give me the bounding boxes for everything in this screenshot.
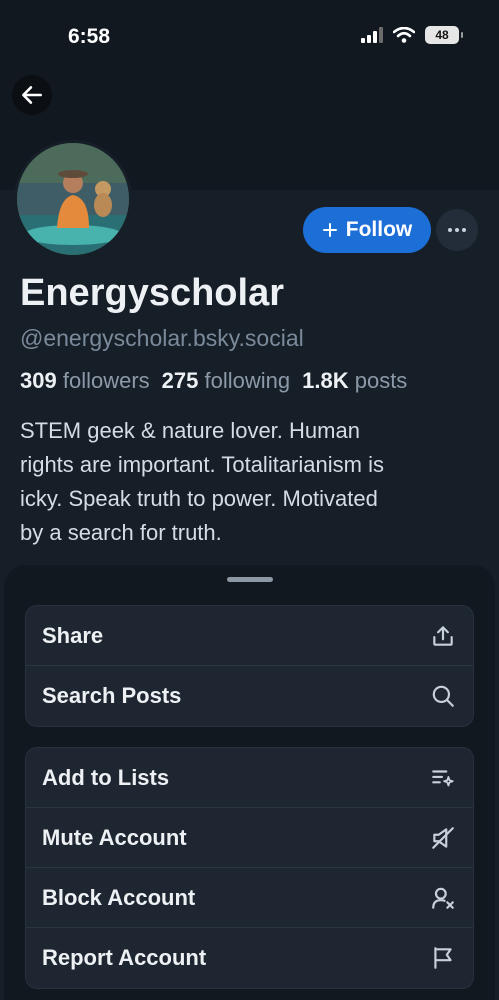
menu-item-report-account[interactable]: Report Account xyxy=(26,928,473,988)
more-options-button[interactable] xyxy=(436,209,478,251)
followers-count: 309 xyxy=(20,368,57,393)
following-count: 275 xyxy=(161,368,199,393)
list-add-icon xyxy=(429,764,457,792)
battery-indicator: 48 xyxy=(425,26,463,44)
menu-item-label: Search Posts xyxy=(42,683,182,708)
followers-stat[interactable]: 309 followers xyxy=(20,368,150,394)
menu-group-primary: Share Search Posts xyxy=(25,605,474,727)
profile-handle: @energyscholar.bsky.social xyxy=(20,325,304,351)
menu-item-search-posts[interactable]: Search Posts xyxy=(26,666,473,726)
wifi-icon xyxy=(393,27,415,43)
posts-label: posts xyxy=(354,368,408,393)
plus-icon xyxy=(322,223,337,237)
mute-icon xyxy=(429,824,457,852)
arrow-left-icon xyxy=(22,86,42,104)
back-button[interactable] xyxy=(12,75,52,115)
menu-item-label: Report Account xyxy=(42,945,207,970)
follow-button[interactable]: Follow xyxy=(303,207,431,253)
ellipsis-icon xyxy=(448,228,466,232)
following-stat[interactable]: 275 following xyxy=(162,368,290,394)
followers-label: followers xyxy=(62,368,150,393)
status-bar: 6:58 48 xyxy=(0,0,499,70)
menu-group-account: Add to Lists Mute Account Block Account xyxy=(25,747,474,989)
bio-line: icky. Speak truth to power. Motivated xyxy=(20,486,378,511)
display-name: Energyscholar xyxy=(20,272,284,314)
flag-icon xyxy=(429,944,457,972)
status-icons: 48 xyxy=(361,26,463,44)
follow-button-label: Follow xyxy=(345,218,413,241)
search-icon xyxy=(429,682,457,710)
avatar-photo xyxy=(17,143,129,255)
bio-line: rights are important. Totalitarianism is xyxy=(20,452,384,477)
share-icon xyxy=(429,622,457,650)
sheet-drag-handle[interactable] xyxy=(227,577,273,582)
following-label: following xyxy=(204,368,291,393)
menu-item-label: Share xyxy=(42,622,104,648)
menu-item-label: Add to Lists xyxy=(42,764,170,790)
status-time: 6:58 xyxy=(68,25,111,48)
posts-stat: 1.8K posts xyxy=(302,368,407,394)
posts-count: 1.8K xyxy=(302,368,349,393)
block-user-icon xyxy=(429,884,457,912)
menu-item-label: Mute Account xyxy=(42,824,187,850)
bio-line: STEM geek & nature lover. Human xyxy=(20,418,360,443)
avatar[interactable] xyxy=(14,140,132,258)
menu-item-label: Block Account xyxy=(42,884,196,910)
menu-item-mute-account[interactable]: Mute Account xyxy=(26,808,473,868)
profile-bio: STEM geek & nature lover. Human rights a… xyxy=(20,414,480,550)
options-sheet: Share Search Posts Add to Lists Mute Acc… xyxy=(4,565,495,1000)
menu-item-block-account[interactable]: Block Account xyxy=(26,868,473,928)
bio-line: by a search for truth. xyxy=(20,520,222,545)
signal-icon xyxy=(361,27,383,43)
profile-stats: 309 followers 275 following 1.8K posts xyxy=(20,368,407,394)
menu-item-share[interactable]: Share xyxy=(26,606,473,666)
menu-item-add-to-lists[interactable]: Add to Lists xyxy=(26,748,473,808)
